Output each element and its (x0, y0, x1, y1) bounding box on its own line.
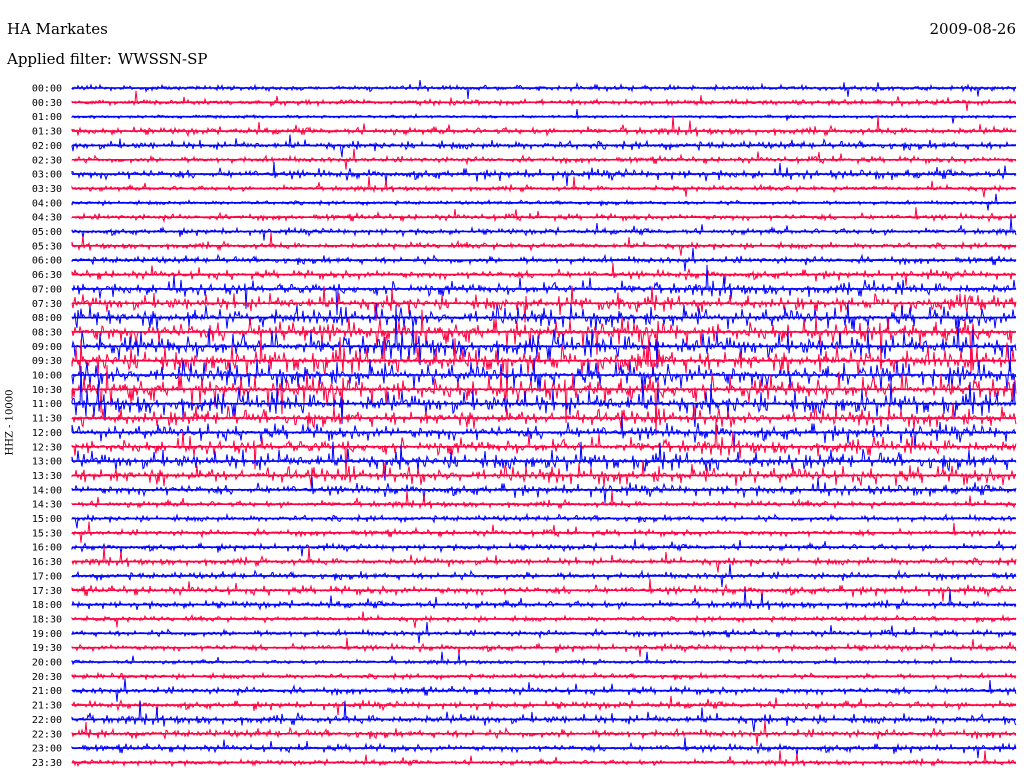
trace-line (71, 176, 1017, 198)
row-label: 23:00 (32, 744, 62, 755)
row-label: 20:00 (32, 658, 62, 669)
row-label: 13:30 (32, 471, 62, 482)
row-label: 20:30 (32, 672, 62, 683)
row-label: 10:00 (32, 371, 62, 382)
row-label: 05:30 (32, 241, 62, 252)
row-label: 01:30 (32, 127, 62, 138)
row-label: 18:30 (32, 614, 62, 625)
row-label: 21:00 (32, 686, 62, 697)
seismogram-plot: 00:00 00:30 01:00 01:30 02:00 02:30 03:00 03:30… (32, 80, 1017, 769)
row-label: 04:30 (32, 213, 62, 224)
row-label: 11:30 (32, 414, 62, 425)
row-label: 03:00 (32, 170, 62, 181)
row-label: 01:00 (32, 112, 62, 123)
row-label: 08:00 (32, 313, 62, 324)
row-label: 07:00 (32, 284, 62, 295)
row-label: 16:30 (32, 557, 62, 568)
row-label: 14:00 (32, 485, 62, 496)
trace-line (71, 460, 1017, 487)
trace-line (71, 651, 1017, 667)
row-label: 18:00 (32, 600, 62, 611)
row-label: 00:00 (32, 84, 62, 95)
trace-line (71, 80, 1017, 100)
row-label: 04:00 (32, 198, 62, 209)
row-label: 22:30 (32, 729, 62, 740)
row-label: 06:30 (32, 270, 62, 281)
row-label: 19:00 (32, 629, 62, 640)
trace-line (71, 589, 1017, 611)
trace-line (71, 546, 1017, 573)
row-label: 02:00 (32, 141, 62, 152)
row-label: 21:30 (32, 701, 62, 712)
row-label: 05:00 (32, 227, 62, 238)
row-label: 16:00 (32, 543, 62, 554)
row-label: 15:30 (32, 528, 62, 539)
row-label: 08:30 (32, 327, 62, 338)
trace-line (71, 512, 1017, 529)
row-label: 23:30 (32, 758, 62, 769)
row-label: 06:00 (32, 256, 62, 267)
row-label: 15:00 (32, 514, 62, 525)
row-label: 09:00 (32, 342, 62, 353)
row-label: 17:30 (32, 586, 62, 597)
row-label: 14:30 (32, 500, 62, 511)
row-label: 00:30 (32, 98, 62, 109)
trace-line (71, 264, 1017, 316)
row-label: 02:30 (32, 155, 62, 166)
row-label: 19:30 (32, 643, 62, 654)
row-label: 10:30 (32, 385, 62, 396)
row-label: 13:00 (32, 457, 62, 468)
trace-line (71, 90, 1016, 111)
row-label: 09:30 (32, 356, 62, 367)
row-label: 03:30 (32, 184, 62, 195)
row-label: 22:00 (32, 715, 62, 726)
row-label: 12:30 (32, 442, 62, 453)
row-label: 07:30 (32, 299, 62, 310)
trace-line (71, 232, 1017, 256)
row-label: 11:00 (32, 399, 62, 410)
row-label: 12:00 (32, 428, 62, 439)
trace-line (71, 750, 1017, 768)
row-label: 17:00 (32, 571, 62, 582)
trace-line (71, 207, 1017, 224)
trace-line (71, 217, 1017, 241)
trace-line (71, 115, 1017, 138)
